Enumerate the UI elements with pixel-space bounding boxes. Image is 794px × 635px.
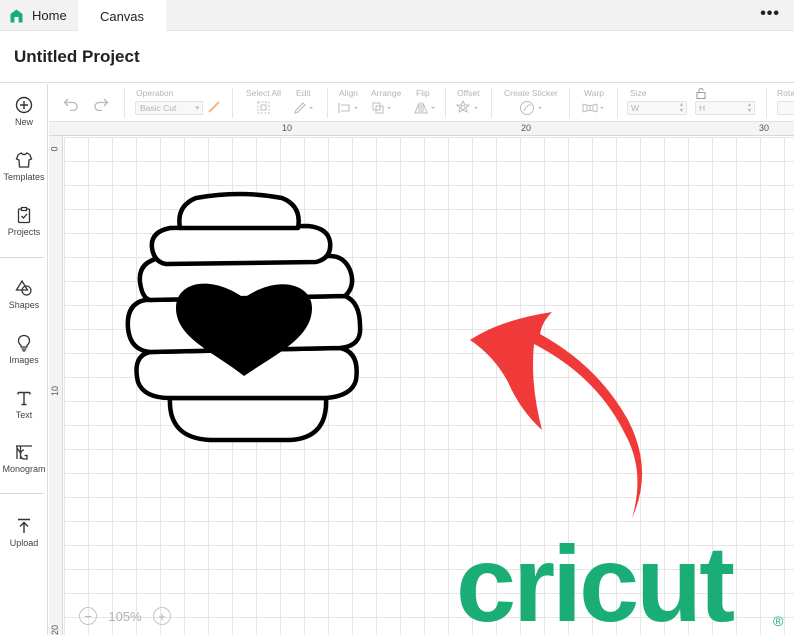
toolbar-divider [124, 88, 125, 118]
shapes-icon [15, 279, 32, 296]
warp-icon[interactable] [581, 101, 607, 115]
offset-label: Offset [457, 88, 480, 98]
select-all-icon[interactable] [256, 100, 271, 115]
width-field[interactable]: W ▴ ▾ [627, 101, 687, 115]
create-sticker-icon[interactable] [519, 100, 545, 116]
sidebar-item-upload[interactable]: Upload [0, 517, 48, 548]
sidebar-item-label: Monogram [2, 464, 46, 474]
ruler-mark: 30 [759, 123, 770, 133]
operation-value: Basic Cut [140, 103, 177, 113]
sidebar-item-label: Templates [3, 172, 45, 182]
flip-label: Flip [416, 88, 430, 98]
select-all-label: Select All [246, 88, 281, 98]
toolbar-divider [327, 88, 328, 118]
sidebar-item-images[interactable]: Images [0, 334, 48, 365]
toolbar-divider [617, 88, 618, 118]
ruler-mark: 10 [282, 123, 293, 133]
tab-canvas[interactable]: Canvas [78, 0, 166, 32]
edit-toolbar: Operation Basic Cut ▾ Select All Edit Al… [49, 84, 794, 122]
edit-pencil-icon[interactable] [293, 101, 315, 115]
zoom-control: − 105% + [79, 605, 171, 627]
toolbar-divider [445, 88, 446, 118]
zoom-out-button[interactable]: − [79, 607, 97, 625]
tab-home[interactable]: Home [0, 0, 78, 31]
operation-label: Operation [136, 88, 174, 98]
more-options-icon[interactable]: ••• [760, 5, 780, 23]
top-ruler: 10 20 30 [49, 122, 794, 136]
linetype-pen-icon[interactable] [207, 100, 221, 114]
sidebar-divider [0, 257, 44, 258]
offset-icon[interactable] [455, 100, 481, 116]
height-label: H [699, 103, 706, 113]
sidebar-item-shapes[interactable]: Shapes [0, 279, 48, 310]
rotate-field[interactable] [777, 101, 794, 115]
rotate-label: Rota [777, 88, 794, 98]
zoom-in-button[interactable]: + [153, 607, 171, 625]
sidebar-item-label: Shapes [8, 300, 40, 310]
sidebar-item-text[interactable]: Text [0, 389, 48, 420]
ruler-mark: 10 [50, 385, 61, 397]
stepper-icon[interactable]: ▴ ▾ [748, 102, 751, 114]
lightbulb-icon [17, 334, 31, 352]
sidebar-item-label: Images [9, 355, 39, 365]
toolbar-divider [232, 88, 233, 118]
lock-icon[interactable] [695, 87, 707, 99]
redo-icon[interactable] [93, 97, 109, 111]
undo-icon[interactable] [63, 97, 79, 111]
cricut-logo: cricut [456, 523, 735, 635]
sidebar-item-projects[interactable]: Projects [0, 206, 48, 237]
sidebar-divider [0, 493, 44, 494]
sidebar-item-label: Text [15, 410, 33, 420]
home-icon [10, 9, 23, 22]
registered-mark: ® [773, 613, 784, 629]
warp-label: Warp [584, 88, 604, 98]
tab-canvas-label: Canvas [99, 8, 145, 24]
toolbar-divider [766, 88, 767, 118]
project-title[interactable]: Untitled Project [14, 47, 140, 67]
create-sticker-label: Create Sticker [504, 88, 558, 98]
toolbar-divider [569, 88, 570, 118]
align-icon[interactable] [337, 101, 361, 115]
align-label: Align [339, 88, 358, 98]
sidebar-item-label: Upload [9, 538, 39, 548]
ruler-mark: 0 [49, 146, 60, 152]
sidebar-item-templates[interactable]: Templates [0, 151, 48, 182]
sidebar-item-label: New [14, 117, 33, 127]
tab-home-label: Home [32, 8, 67, 23]
clipboard-icon [17, 206, 31, 224]
tab-bar: Home Canvas ••• [0, 0, 794, 32]
stepper-icon[interactable]: ▴ ▾ [680, 102, 683, 114]
upload-icon [18, 518, 30, 533]
project-header: Untitled Project [0, 31, 794, 83]
sidebar-item-new[interactable]: New [0, 96, 48, 127]
size-label: Size [630, 88, 647, 98]
width-label: W [631, 103, 640, 113]
tshirt-icon [15, 152, 33, 168]
edit-label: Edit [296, 88, 311, 98]
flip-icon[interactable] [413, 101, 437, 115]
ruler-mark: 20 [50, 624, 61, 635]
arrange-icon[interactable] [371, 101, 395, 115]
height-field[interactable]: H ▴ ▾ [695, 101, 755, 115]
text-t-icon [17, 391, 31, 406]
ruler-mark: 20 [521, 123, 532, 133]
sidebar-item-monogram[interactable]: Monogram [0, 443, 48, 474]
plus-circle-icon [15, 96, 33, 114]
left-sidebar: New Templates Projects Shapes Images Tex… [0, 84, 48, 635]
operation-select[interactable]: Basic Cut ▾ [135, 101, 203, 115]
toolbar-divider [491, 88, 492, 118]
sidebar-item-label: Projects [7, 227, 41, 237]
monogram-icon [16, 445, 32, 460]
arrange-label: Arrange [371, 88, 402, 98]
left-ruler: 0 10 20 [49, 136, 63, 635]
chevron-down-icon: ▾ [195, 105, 199, 112]
zoom-level: 105% [108, 608, 142, 624]
